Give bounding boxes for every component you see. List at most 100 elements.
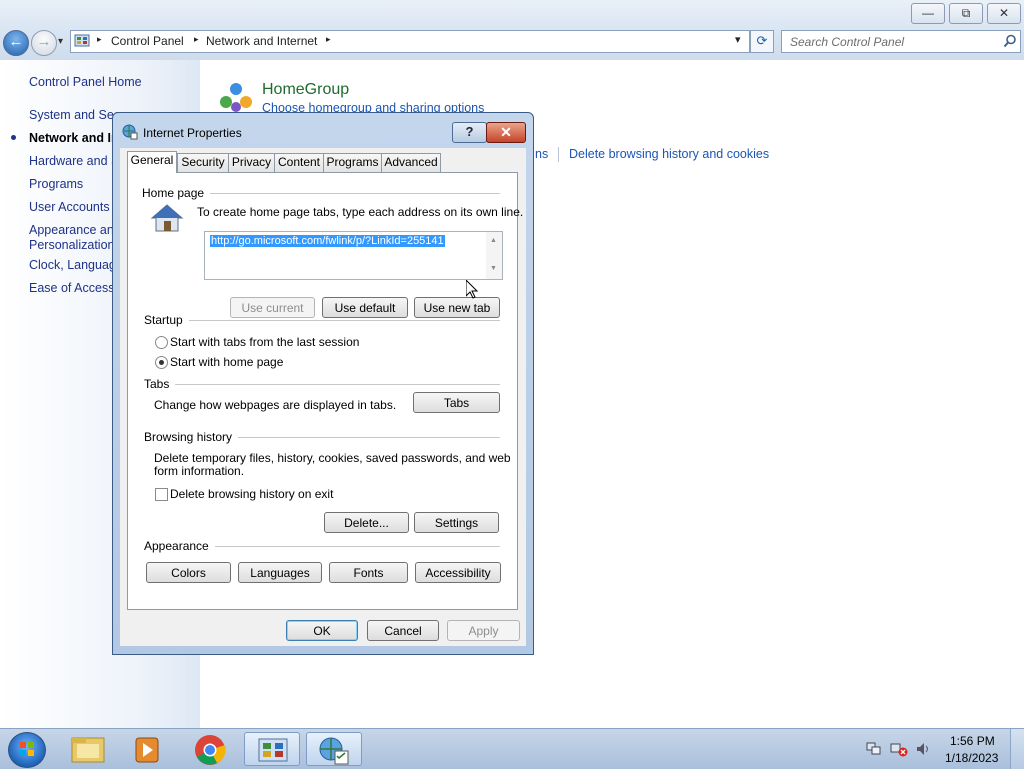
dialog-title: Internet Properties (143, 126, 242, 140)
link-separator (558, 147, 559, 162)
textarea-scrollbar[interactable]: ▲ ▼ (486, 232, 502, 279)
startup-label: Startup (144, 313, 189, 327)
breadcrumb-separator: ▸ (326, 34, 331, 44)
browsing-history-label: Browsing history (144, 430, 239, 444)
current-item-bullet (11, 135, 16, 140)
volume-icon[interactable] (915, 741, 931, 757)
tab-privacy[interactable]: Privacy (228, 153, 275, 172)
search-box[interactable]: Search Control Panel (781, 30, 1021, 53)
scroll-down-icon[interactable]: ▼ (490, 265, 497, 272)
fonts-button[interactable]: Fonts (329, 562, 408, 583)
action-center-icon[interactable] (866, 741, 882, 757)
appearance-label: Appearance (144, 539, 215, 553)
nav-clock-language[interactable]: Clock, Languag (29, 258, 116, 272)
taskbar-explorer[interactable] (60, 732, 116, 766)
refresh-button[interactable]: ⟳ (750, 30, 774, 53)
clock-time[interactable]: 1:56 PM (950, 734, 995, 748)
colors-button[interactable]: Colors (146, 562, 231, 583)
tab-advanced[interactable]: Advanced (381, 153, 441, 172)
tabs-description: Change how webpages are displayed in tab… (154, 398, 397, 412)
use-default-button[interactable]: Use default (322, 297, 408, 318)
startup-home-page-label[interactable]: Start with home page (170, 355, 283, 369)
nav-network-internet[interactable]: Network and In (29, 131, 119, 145)
search-input[interactable]: Search Control Panel (790, 35, 904, 49)
address-row: ← → ▾ ▸ Control Panel ▸ Network and Inte… (0, 28, 1024, 60)
clock-date[interactable]: 1/18/2023 (945, 751, 998, 765)
group-divider (144, 384, 500, 385)
recent-pages-dropdown[interactable]: ▾ (58, 36, 63, 47)
address-bar[interactable]: ▸ Control Panel ▸ Network and Internet ▸… (70, 30, 750, 53)
nav-control-panel-home[interactable]: Control Panel Home (29, 75, 142, 89)
accessibility-button[interactable]: Accessibility (415, 562, 501, 583)
network-disconnected-icon[interactable] (890, 741, 908, 757)
internet-options-icon (122, 124, 138, 140)
dialog-body: General Security Privacy Content Program… (120, 148, 526, 646)
general-tab-panel: Home page To create home page tabs, type… (127, 172, 523, 610)
history-settings-button[interactable]: Settings (414, 512, 499, 533)
nav-ease-of-access[interactable]: Ease of Access (29, 281, 114, 295)
startup-last-session-label[interactable]: Start with tabs from the last session (170, 335, 359, 349)
forward-button[interactable]: → (31, 30, 57, 56)
tabs-settings-button[interactable]: Tabs (413, 392, 500, 413)
delete-on-exit-label[interactable]: Delete browsing history on exit (170, 487, 333, 501)
taskbar-control-panel[interactable] (244, 732, 300, 766)
home-page-description: To create home page tabs, type each addr… (197, 205, 524, 219)
minimize-button[interactable]: — (911, 3, 945, 24)
home-page-textarea[interactable]: http://go.microsoft.com/fwlink/p/?LinkId… (204, 231, 503, 280)
search-icon[interactable] (1003, 34, 1017, 48)
breadcrumb-separator: ▸ (97, 34, 102, 44)
internet-options-link-partial[interactable]: ns (535, 147, 548, 161)
address-dropdown-icon[interactable]: ▾ (735, 33, 741, 46)
maximize-button[interactable]: ⧉ (949, 3, 983, 24)
nav-programs[interactable]: Programs (29, 177, 83, 191)
apply-button[interactable]: Apply (447, 620, 520, 641)
group-divider (144, 320, 500, 321)
tabs-group-label: Tabs (144, 377, 176, 391)
homegroup-title[interactable]: HomeGroup (262, 81, 349, 99)
home-page-url: http://go.microsoft.com/fwlink/p/?LinkId… (210, 235, 445, 247)
mouse-cursor-icon (466, 280, 478, 299)
nav-appearance[interactable]: Appearance and (29, 223, 121, 237)
taskbar-internet-properties[interactable] (306, 732, 362, 766)
nav-hardware-sound[interactable]: Hardware and S (29, 154, 119, 168)
tab-content[interactable]: Content (274, 153, 324, 172)
tab-programs[interactable]: Programs (323, 153, 382, 172)
use-current-button[interactable]: Use current (230, 297, 315, 318)
internet-properties-dialog: Internet Properties ? ✕ General Security… (112, 112, 534, 655)
breadcrumb-separator: ▸ (194, 34, 199, 44)
windows-logo-icon (20, 742, 34, 756)
folder-icon (71, 737, 105, 763)
startup-last-session-radio[interactable] (155, 336, 168, 349)
breadcrumb-control-panel[interactable]: Control Panel (111, 34, 184, 48)
dialog-close-button[interactable]: ✕ (486, 122, 526, 143)
back-button[interactable]: ← (3, 30, 29, 56)
use-new-tab-button[interactable]: Use new tab (414, 297, 500, 318)
delete-history-link[interactable]: Delete browsing history and cookies (569, 147, 769, 161)
taskbar: 1:56 PM 1/18/2023 (0, 728, 1024, 769)
languages-button[interactable]: Languages (238, 562, 322, 583)
media-player-icon (135, 737, 159, 763)
delete-on-exit-checkbox[interactable] (155, 488, 168, 501)
nav-user-accounts[interactable]: User Accounts (29, 200, 110, 214)
start-button[interactable] (8, 732, 46, 768)
show-desktop-button[interactable] (1010, 729, 1024, 769)
cancel-button[interactable]: Cancel (367, 620, 439, 641)
control-panel-icon (258, 738, 288, 762)
ok-button[interactable]: OK (286, 620, 358, 641)
browsing-history-description-cont: form information. (154, 464, 245, 478)
close-window-button[interactable]: ✕ (987, 3, 1021, 24)
scroll-up-icon[interactable]: ▲ (490, 237, 497, 244)
homegroup-icon (220, 83, 252, 112)
breadcrumb-network-internet[interactable]: Network and Internet (206, 34, 317, 48)
home-page-label: Home page (142, 186, 211, 200)
tab-general[interactable]: General (127, 151, 177, 173)
control-panel-icon (74, 34, 90, 47)
startup-home-page-radio[interactable] (155, 356, 168, 369)
taskbar-chrome[interactable] (182, 732, 238, 766)
window-title-bar: — ⧉ ✕ (0, 0, 1024, 28)
delete-button[interactable]: Delete... (324, 512, 409, 533)
help-button[interactable]: ? (452, 122, 487, 143)
tab-security[interactable]: Security (177, 153, 229, 172)
taskbar-media-player[interactable] (120, 732, 176, 766)
nav-personalization[interactable]: Personalization (29, 238, 114, 252)
